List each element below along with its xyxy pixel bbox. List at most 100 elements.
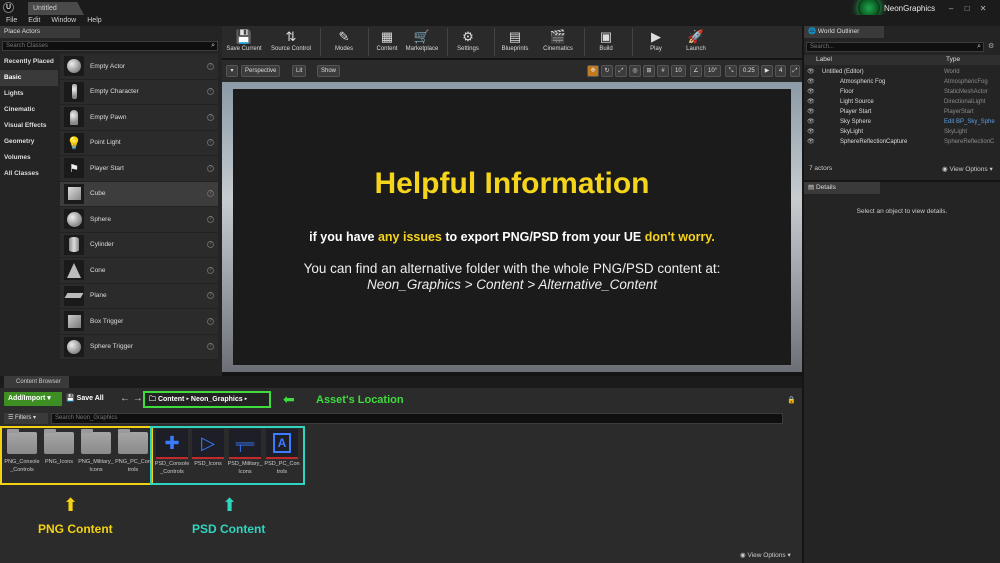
scale-icon[interactable]: ⤢: [615, 65, 627, 77]
content-search-input[interactable]: Search Neon_Graphics: [51, 413, 783, 424]
help-icon[interactable]: ?: [207, 241, 214, 249]
eye-icon[interactable]: 👁: [807, 87, 815, 97]
eye-icon[interactable]: 👁: [807, 77, 815, 87]
category-lights[interactable]: Lights: [0, 86, 58, 102]
blueprints-button[interactable]: ▤ Blueprints: [493, 28, 537, 53]
lock-icon[interactable]: 🔒: [787, 396, 796, 404]
content-view-options-button[interactable]: ◉ View Options ▾: [740, 551, 791, 559]
category-basic[interactable]: Basic: [0, 70, 58, 86]
category-volumes[interactable]: Volumes: [0, 150, 58, 166]
eye-icon[interactable]: 👁: [807, 127, 815, 137]
breadcrumb-content[interactable]: Content: [158, 396, 184, 403]
folder-png-icons[interactable]: PNG_Icons: [41, 428, 77, 466]
asset-psd-military-icons[interactable]: ╤═ PSD_Military_Icons: [227, 428, 263, 476]
outliner-row[interactable]: 👁 Atmospheric Fog AtmosphericFog: [804, 77, 1000, 87]
eye-icon[interactable]: 👁: [807, 117, 815, 127]
filters-button[interactable]: ☰ Filters ▾: [4, 413, 48, 424]
help-icon[interactable]: ?: [207, 292, 214, 300]
outliner-row[interactable]: 👁 Untitled (Editor) World: [804, 67, 1000, 77]
cinematics-button[interactable]: 🎬 Cinematics: [536, 28, 580, 53]
scale-snap-value[interactable]: 0.25: [739, 65, 759, 77]
category-cinematic[interactable]: Cinematic: [0, 102, 58, 118]
maximize-viewport-icon[interactable]: ⤢: [790, 65, 800, 77]
world-space-icon[interactable]: ◎: [629, 65, 641, 77]
folder-png-pc-controls[interactable]: PNG_PC_Controls: [115, 428, 151, 474]
folder-png-military-icons[interactable]: PNG_Military_Icons: [78, 428, 114, 474]
type-column-header[interactable]: Type: [946, 56, 960, 63]
save-all-button[interactable]: 💾 Save All: [66, 392, 104, 406]
actor-sphere-trigger[interactable]: Sphere Trigger ?: [60, 334, 218, 360]
grid-snap-value[interactable]: 10: [671, 65, 686, 77]
actor-empty-pawn[interactable]: Empty Pawn ?: [60, 105, 218, 131]
eye-icon[interactable]: 👁: [807, 107, 815, 117]
help-icon[interactable]: ?: [207, 266, 214, 274]
details-tab[interactable]: ▤ Details: [804, 182, 880, 194]
actor-cone[interactable]: Cone ?: [60, 258, 218, 284]
minimize-icon[interactable]: –: [943, 4, 959, 13]
category-visual-effects[interactable]: Visual Effects: [0, 118, 58, 134]
category-geometry[interactable]: Geometry: [0, 134, 58, 150]
show-button[interactable]: Show: [317, 65, 341, 77]
world-outliner-tab[interactable]: 🌐 World Outliner: [804, 26, 884, 38]
add-import-button[interactable]: Add/Import ▾: [4, 392, 62, 406]
save-current-button[interactable]: 💾 Save Current: [222, 28, 266, 53]
menu-help[interactable]: Help: [87, 17, 101, 24]
actor-player-start[interactable]: ⚑ Player Start ?: [60, 156, 218, 182]
launch-button[interactable]: 🚀 Launch: [674, 28, 718, 53]
rotate-icon[interactable]: ↻: [601, 65, 613, 77]
help-icon[interactable]: ?: [207, 215, 214, 223]
folder-png-console-controls[interactable]: PNG_Console_Controls: [4, 428, 40, 474]
content-browser-tab[interactable]: Content Browser: [4, 376, 69, 388]
actor-cylinder[interactable]: Cylinder ?: [60, 232, 218, 258]
help-icon[interactable]: ?: [207, 190, 214, 198]
eye-icon[interactable]: 👁: [807, 137, 815, 147]
forward-arrow-icon[interactable]: →: [133, 393, 143, 404]
help-icon[interactable]: ?: [207, 343, 214, 351]
outliner-row[interactable]: 👁 Floor StaticMeshActor: [804, 87, 1000, 97]
help-icon[interactable]: ?: [207, 62, 214, 70]
actor-empty-character[interactable]: Empty Character ?: [60, 79, 218, 105]
back-arrow-icon[interactable]: ←: [120, 393, 130, 404]
outliner-row[interactable]: 👁 SkyLight SkyLight: [804, 127, 1000, 137]
surface-snap-icon[interactable]: ⊞: [643, 65, 655, 77]
asset-psd-pc-controls[interactable]: A PSD_PC_Controls: [264, 428, 300, 476]
camera-speed-icon[interactable]: ▶: [761, 65, 773, 77]
rotation-snap-value[interactable]: 10°: [704, 65, 722, 77]
menu-window[interactable]: Window: [51, 17, 76, 24]
breadcrumb-neon-graphics[interactable]: Neon_Graphics: [191, 396, 243, 403]
actor-empty-actor[interactable]: Empty Actor ?: [60, 54, 218, 80]
outliner-row[interactable]: 👁 Light Source DirectionalLight: [804, 97, 1000, 107]
actor-plane[interactable]: Plane ?: [60, 283, 218, 309]
outliner-row[interactable]: 👁 Player Start PlayerStart: [804, 107, 1000, 117]
grid-snap-icon[interactable]: #: [657, 65, 669, 77]
help-icon[interactable]: ?: [207, 88, 214, 96]
place-actors-tab[interactable]: Place Actors: [0, 26, 80, 38]
help-icon[interactable]: ?: [207, 113, 214, 121]
build-button[interactable]: ▣ Build: [584, 28, 628, 53]
play-button[interactable]: ▶ Play: [634, 28, 678, 53]
menu-file[interactable]: File: [6, 17, 17, 24]
close-icon[interactable]: ✕: [975, 4, 991, 13]
eye-icon[interactable]: 👁: [807, 67, 815, 77]
camera-speed-value[interactable]: 4: [775, 65, 787, 77]
marketplace-button[interactable]: 🛒 Marketplace: [400, 28, 444, 53]
viewport-menu-icon[interactable]: ▾: [226, 65, 238, 77]
translate-icon[interactable]: ✥: [587, 65, 599, 77]
outliner-row[interactable]: 👁 Sky Sphere Edit BP_Sky_Sphe: [804, 117, 1000, 127]
search-classes-input[interactable]: Search Classes ⌕: [2, 41, 218, 51]
source-control-button[interactable]: ⇅ Source Control: [266, 28, 316, 53]
label-column-header[interactable]: Label: [816, 56, 832, 63]
actor-cube[interactable]: Cube ?: [60, 181, 218, 207]
settings-gear-icon[interactable]: ⚙: [988, 42, 994, 50]
history-nav[interactable]: ← →: [120, 392, 143, 406]
help-icon[interactable]: ?: [207, 317, 214, 325]
help-icon[interactable]: ?: [207, 164, 214, 172]
actor-sphere[interactable]: Sphere ?: [60, 207, 218, 233]
eye-icon[interactable]: 👁: [807, 97, 815, 107]
menu-edit[interactable]: Edit: [28, 17, 40, 24]
outliner-view-options-button[interactable]: ◉ View Options ▾: [942, 165, 993, 173]
asset-psd-icons[interactable]: ▷ PSD_Icons: [190, 428, 226, 468]
actor-box-trigger[interactable]: Box Trigger ?: [60, 309, 218, 335]
maximize-icon[interactable]: □: [959, 4, 975, 13]
category-all-classes[interactable]: All Classes: [0, 166, 58, 182]
